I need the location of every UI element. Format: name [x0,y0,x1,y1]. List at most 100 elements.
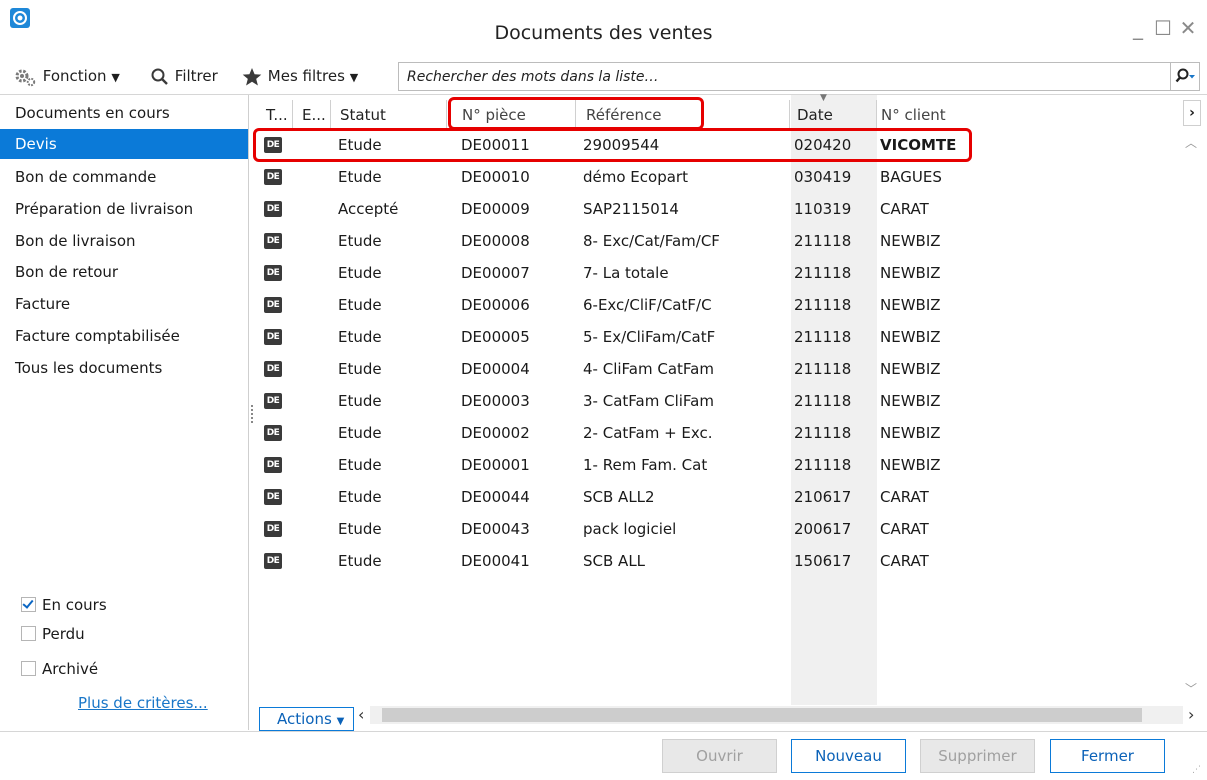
highlight-annotation [253,128,972,162]
more-criteria-link[interactable]: Plus de critères... [78,694,208,712]
cell-reference: démo Ecopart [583,168,688,186]
sidebar-item-devis[interactable]: Devis [0,129,248,159]
table-row[interactable]: DE Etude DE00007 7- La totale 211118 NEWBIZ [256,257,1181,289]
column-header-type[interactable]: T... [266,102,288,128]
scroll-left-icon[interactable]: ‹ [358,705,364,724]
cell-reference: 3- CatFam CliFam [583,392,714,410]
fonction-menu[interactable]: Fonction ▼ [14,64,120,88]
vertical-scrollbar[interactable]: ︿ ﹀ [1183,128,1201,705]
perdu-label: Perdu [42,625,85,643]
table-row[interactable]: DE Etude DE00006 6-Exc/CliF/CatF/C 211118 NEW… [256,289,1181,321]
en-cours-checkbox[interactable]: En cours [21,594,107,616]
cell-statut: Etude [338,296,382,314]
window-title: Documents des ventes [494,22,713,44]
cell-date: 200617 [794,520,852,538]
table-row[interactable]: DE Etude DE00002 2- CatFam + Exc. 211118 NEWB… [256,417,1181,449]
scroll-right-header-button[interactable]: › [1183,100,1201,126]
checkbox-checked-icon [21,597,36,612]
table-row[interactable]: DE Etude DE00010 démo Ecopart 030419 BAGUES [256,161,1181,193]
table-row[interactable]: DE Etude DE00008 8- Exc/Cat/Fam/CF 211118 NEW… [256,225,1181,257]
cell-statut: Etude [338,456,382,474]
table-row[interactable]: DE Etude DE00043 pack logiciel 200617 CARAT [256,513,1181,545]
filtrer-button[interactable]: Filtrer [150,64,218,88]
cell-piece: DE00001 [461,456,530,474]
search-button[interactable] [1170,63,1199,90]
cell-statut: Etude [338,488,382,506]
cell-reference: 8- Exc/Cat/Fam/CF [583,232,720,250]
table-row[interactable]: DE Etude DE00041 SCB ALL 150617 CARAT [256,545,1181,577]
cell-statut: Etude [338,360,382,378]
mes-filtres-label: Mes filtres [267,67,345,85]
archive-checkbox[interactable]: Archivé [21,658,98,680]
cell-date: 211118 [794,360,852,378]
sidebar-item-preparation-de-livraison[interactable]: Préparation de livraison [0,194,248,224]
document-type-icon: DE [264,521,282,537]
table-row[interactable]: DE Accepté DE00009 SAP2115014 110319 CARAT [256,193,1181,225]
sidebar-item-documents-en-cours[interactable]: Documents en cours [0,98,248,128]
fermer-button[interactable]: Fermer [1050,739,1165,773]
cell-client: NEWBIZ [880,392,941,410]
cell-reference: 7- La totale [583,264,669,282]
column-divider[interactable] [292,100,293,128]
actions-button[interactable]: Actions ▼ [259,707,354,731]
sort-indicator-icon: ▼ [820,93,827,103]
cell-piece: DE00009 [461,200,530,218]
fonction-label: Fonction [42,67,107,85]
column-divider[interactable] [789,100,790,128]
maximize-button[interactable]: ☐ [1151,16,1175,40]
nouveau-button[interactable]: Nouveau [791,739,906,773]
document-type-icon: DE [264,233,282,249]
sidebar-item-facture-comptabilisee[interactable]: Facture comptabilisée [0,321,248,351]
cell-date: 211118 [794,392,852,410]
archive-label: Archivé [42,660,99,678]
filtrer-label: Filtrer [174,67,218,85]
close-button[interactable]: ✕ [1176,16,1200,40]
table-row[interactable]: DE Etude DE00005 5- Ex/CliFam/CatF 211118 NEW… [256,321,1181,353]
column-header-etat[interactable]: E... [302,102,326,128]
en-cours-label: En cours [42,596,107,614]
horizontal-scrollbar[interactable] [370,706,1183,724]
table-row[interactable]: DE Etude DE00044 SCB ALL2 210617 CARAT [256,481,1181,513]
sidebar-item-facture[interactable]: Facture [0,289,248,319]
cell-client: CARAT [880,488,929,506]
resize-grip-icon[interactable]: ⋰ [1192,765,1201,775]
mes-filtres-menu[interactable]: Mes filtres ▼ [241,64,358,88]
column-header-client[interactable]: N° client [881,102,946,128]
horizontal-scroll-thumb[interactable] [382,708,1142,722]
actions-label: Actions [277,710,332,728]
ouvrir-button[interactable]: Ouvrir [662,739,777,773]
table-row[interactable]: DE Etude DE00001 1- Rem Fam. Cat 211118 NEWBI… [256,449,1181,481]
cell-reference: pack logiciel [583,520,677,538]
column-divider[interactable] [330,100,331,128]
search-input[interactable] [407,63,1137,90]
cell-date: 150617 [794,552,852,570]
checkbox-icon [21,661,36,676]
cell-client: NEWBIZ [880,360,941,378]
supprimer-button[interactable]: Supprimer [920,739,1035,773]
document-type-icon: DE [264,201,282,217]
perdu-checkbox[interactable]: Perdu [21,623,85,645]
column-divider[interactable] [876,100,877,128]
cell-reference: 4- CliFam CatFam [583,360,714,378]
cell-client: CARAT [880,200,929,218]
cell-client: NEWBIZ [880,232,941,250]
document-type-icon: DE [264,489,282,505]
column-divider[interactable] [446,100,447,128]
minimize-button[interactable]: _ [1126,16,1150,40]
scroll-down-icon[interactable]: ﹀ [1185,680,1197,697]
cell-reference: SAP2115014 [583,200,679,218]
table-row[interactable]: DE Etude DE00004 4- CliFam CatFam 211118 NEWB… [256,353,1181,385]
scroll-up-icon[interactable]: ︿ [1185,134,1197,151]
scroll-right-icon[interactable]: › [1188,705,1194,724]
cell-statut: Etude [338,520,382,538]
document-type-icon: DE [264,425,282,441]
sidebar-item-bon-de-commande[interactable]: Bon de commande [0,162,248,192]
sidebar-item-tous-les-documents[interactable]: Tous les documents [0,353,248,383]
column-header-date[interactable]: Date [797,102,833,128]
sidebar-item-bon-de-retour[interactable]: Bon de retour [0,257,248,287]
column-header-statut[interactable]: Statut [340,102,386,128]
cell-piece: DE00008 [461,232,530,250]
cell-client: NEWBIZ [880,328,941,346]
sidebar-item-bon-de-livraison[interactable]: Bon de livraison [0,226,248,256]
table-row[interactable]: DE Etude DE00003 3- CatFam CliFam 211118 NEWB… [256,385,1181,417]
